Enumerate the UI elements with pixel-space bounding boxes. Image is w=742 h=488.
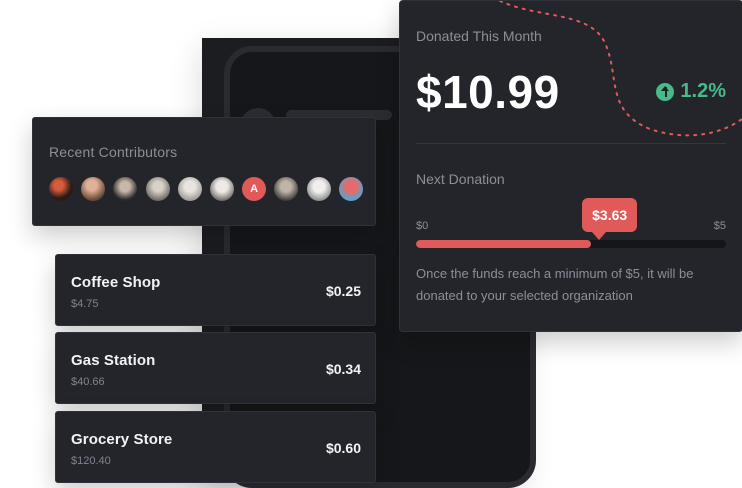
avatar[interactable] — [177, 177, 202, 201]
progress-max-label: $5 — [713, 220, 726, 232]
transaction-card[interactable]: Gas Station $40.66 $0.34 — [55, 332, 376, 404]
transaction-name: Coffee Shop — [71, 274, 161, 291]
avatar[interactable] — [81, 177, 106, 201]
transaction-roundup: $0.34 — [325, 361, 361, 377]
transaction-total: $4.75 — [71, 298, 99, 310]
arrow-up-circle-icon — [656, 82, 675, 101]
transaction-name: Gas Station — [71, 352, 156, 369]
recent-contributors-title: Recent Contributors — [49, 144, 178, 160]
donated-amount: $10.99 — [416, 66, 560, 118]
avatar[interactable] — [209, 177, 234, 201]
avatar[interactable] — [113, 177, 138, 201]
transaction-total: $40.66 — [71, 376, 105, 388]
current-progress-value: $3.63 — [592, 207, 628, 223]
transaction-name: Grocery Store — [71, 431, 173, 448]
avatar[interactable] — [274, 177, 299, 201]
transaction-roundup: $0.60 — [325, 440, 361, 456]
transaction-total: $120.40 — [71, 455, 111, 467]
transaction-roundup: $0.25 — [325, 283, 361, 299]
donation-progress-fill — [416, 240, 592, 248]
contributor-avatars: A — [49, 177, 363, 201]
donation-summary-card: Donated This Month $10.99 1.2% Next Dona… — [399, 0, 742, 332]
recent-contributors-card: Recent Contributors A — [32, 117, 376, 226]
month-change-value: 1.2% — [680, 80, 726, 102]
avatar[interactable] — [145, 177, 170, 201]
current-progress-tooltip: $3.63 — [582, 198, 638, 240]
transaction-card[interactable]: Coffee Shop $4.75 $0.25 — [55, 254, 376, 326]
avatar[interactable] — [306, 177, 331, 201]
donation-progress-bar — [416, 240, 726, 248]
next-donation-label: Next Donation — [416, 171, 505, 187]
donation-description: Once the funds reach a minimum of $5, it… — [416, 266, 694, 303]
month-change: 1.2% — [656, 80, 726, 103]
avatar-initial[interactable]: A — [242, 177, 267, 201]
progress-min-label: $0 — [416, 220, 429, 232]
avatar[interactable] — [338, 177, 363, 201]
divider — [416, 143, 726, 144]
avatar[interactable] — [49, 177, 73, 201]
donated-this-month-label: Donated This Month — [416, 28, 542, 44]
transaction-card[interactable]: Grocery Store $120.40 $0.60 — [55, 411, 376, 483]
